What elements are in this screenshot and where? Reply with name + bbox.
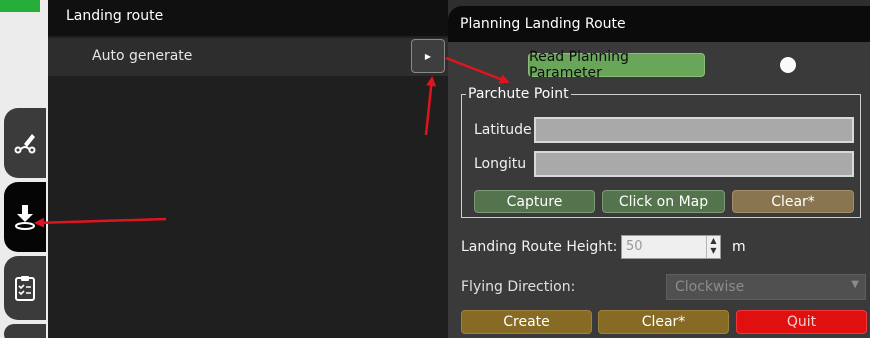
checklist-icon (15, 276, 35, 301)
planning-landing-route-panel: Planning Landing Route Read Planning Par… (448, 6, 870, 338)
chevron-down-icon: ▼ (851, 279, 859, 290)
read-planning-parameter-button[interactable]: Read Planning Parameter (528, 49, 705, 81)
latitude-input[interactable] (534, 117, 854, 143)
longitude-input[interactable] (534, 151, 854, 177)
landing-route-menu: Landing route Auto generate (48, 0, 448, 338)
flying-direction-select[interactable]: Clockwise ▼ (666, 274, 866, 300)
chevron-right-icon: ▶ (424, 51, 432, 61)
click-on-map-button[interactable]: Click on Map (602, 190, 725, 213)
clear-point-button[interactable]: Clear* (732, 190, 854, 213)
latitude-label: Latitude (474, 122, 532, 138)
tab-more[interactable] (4, 324, 46, 338)
landing-route-height-input[interactable]: 50 ▲ ▼ (621, 235, 721, 259)
landing-route-height-label: Landing Route Height: (461, 239, 618, 255)
panel-title: Planning Landing Route (448, 6, 870, 42)
height-spinner[interactable]: ▲ ▼ (706, 236, 720, 258)
menu-item-auto-generate[interactable]: Auto generate (48, 38, 448, 76)
clear-button[interactable]: Clear* (598, 310, 729, 334)
status-indicator (780, 57, 796, 73)
longitude-label: Longitu (474, 156, 527, 172)
tab-route-edit[interactable] (4, 108, 46, 178)
flying-direction-label: Flying Direction: (461, 279, 576, 295)
flying-direction-value: Clockwise (675, 279, 745, 295)
left-toolbar (0, 0, 48, 338)
parachute-point-legend: Parchute Point (466, 86, 571, 102)
create-button[interactable]: Create (461, 310, 592, 334)
landing-download-icon (15, 205, 35, 230)
menu-item-label: Auto generate (92, 48, 193, 64)
route-edit-icon (14, 134, 36, 154)
status-bar (0, 0, 40, 12)
menu-header: Landing route (48, 0, 448, 36)
height-value: 50 (626, 239, 643, 254)
tab-checklist[interactable] (4, 256, 46, 320)
capture-button[interactable]: Capture (474, 190, 595, 213)
tab-landing-route[interactable] (4, 182, 46, 252)
quit-button[interactable]: Quit (736, 310, 867, 334)
height-unit: m (732, 239, 746, 255)
expand-button[interactable]: ▶ (411, 39, 445, 73)
